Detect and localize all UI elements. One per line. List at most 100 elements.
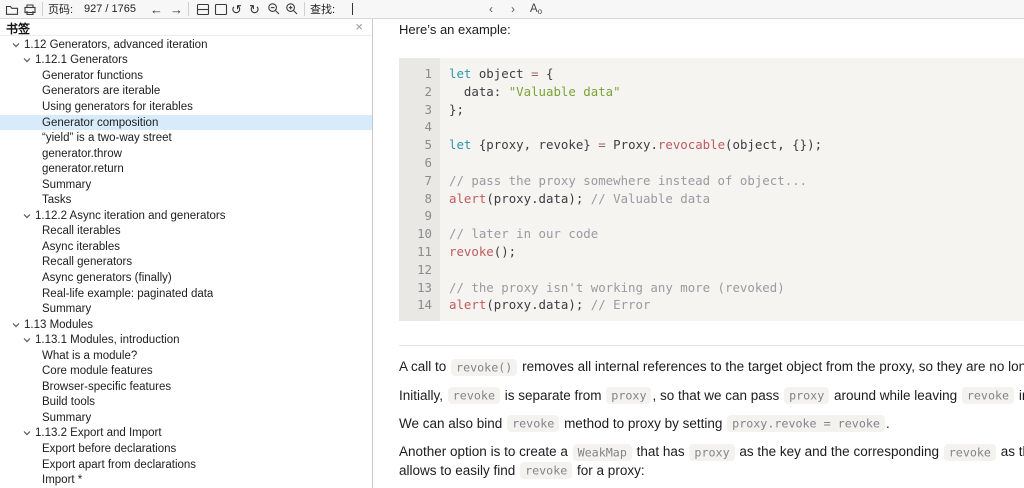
bookmark-item[interactable]: Core module features [0, 363, 372, 379]
two-page-view-button[interactable] [196, 0, 210, 18]
bookmark-item[interactable]: generator.return [0, 161, 372, 177]
bookmark-item[interactable]: 1.13.2 Export and Import [0, 426, 372, 442]
bookmark-item-label: Browser-specific features [42, 381, 171, 393]
bookmark-item-label: Real-life example: paginated data [42, 288, 213, 300]
line-number: 10 [399, 225, 432, 243]
inline-code: revoke [944, 444, 996, 461]
text-run: is separate from [501, 388, 605, 403]
close-icon[interactable]: × [355, 19, 363, 34]
chevron-down-icon[interactable] [12, 321, 20, 329]
inline-code: revoke [962, 387, 1014, 404]
bookmark-item[interactable]: Export apart from declarations [0, 457, 372, 473]
bookmark-item[interactable]: What is a module? [0, 348, 372, 364]
line-number: 3 [399, 101, 432, 119]
text-run: We can also bind [399, 416, 506, 431]
code-line [449, 154, 1024, 172]
paragraph: Another option is to create a WeakMap th… [399, 443, 1024, 480]
code-block: 1234567891011121314 let object = { data:… [399, 58, 1024, 321]
bookmark-item[interactable]: Browser-specific features [0, 379, 372, 395]
chevron-down-icon[interactable] [23, 56, 31, 64]
find-previous-button[interactable]: ‹ [489, 0, 493, 18]
line-number: 14 [399, 296, 432, 314]
bookmark-item[interactable]: Tasks [0, 192, 372, 208]
bookmark-item[interactable]: Export before declarations [0, 441, 372, 457]
page-number-label: 页码: [48, 0, 73, 18]
next-page-button[interactable]: → [170, 0, 183, 18]
rotate-cw-button[interactable]: ↻ [249, 0, 260, 18]
open-file-button[interactable] [5, 0, 19, 18]
document-view[interactable]: Here’s an example: 1234567891011121314 l… [374, 19, 1024, 488]
zoom-in-button[interactable] [285, 0, 299, 18]
code-token: = [531, 66, 538, 81]
code-token: (); [494, 244, 516, 259]
code-token: = [598, 137, 605, 152]
bookmark-item[interactable]: Generator functions [0, 68, 372, 84]
print-button[interactable] [23, 0, 37, 18]
code-token: revocable [658, 137, 725, 152]
previous-page-button[interactable]: ← [150, 0, 163, 18]
match-case-button[interactable]: Ao [530, 0, 542, 18]
bookmark-item[interactable]: Summary [0, 177, 372, 193]
line-number: 5 [399, 136, 432, 154]
bookmark-item[interactable]: Async generators (finally) [0, 270, 372, 286]
bookmark-item[interactable]: Async iterables [0, 239, 372, 255]
find-input[interactable] [355, 1, 480, 17]
chevron-down-icon[interactable] [23, 429, 31, 437]
code-line [449, 261, 1024, 279]
document-page: Here’s an example: 1234567891011121314 l… [374, 22, 1024, 480]
code-token: // Valuable data [591, 191, 710, 206]
text-run: as the key and the corresponding [736, 444, 943, 459]
code-gutter: 1234567891011121314 [399, 58, 440, 321]
code-line [449, 118, 1024, 136]
bookmark-item-label: Summary [42, 412, 91, 424]
rotate-ccw-button[interactable]: ↺ [231, 0, 242, 18]
bookmark-item[interactable]: 1.12.2 Async iteration and generators [0, 208, 372, 224]
bookmark-item-label: Tasks [42, 194, 71, 206]
chevron-down-icon[interactable] [12, 41, 20, 49]
bookmark-item[interactable]: Build tools [0, 395, 372, 411]
intro-text: Here’s an example: [399, 22, 1024, 38]
bookmark-item[interactable]: Recall generators [0, 255, 372, 271]
bookmark-item[interactable]: Recall iterables [0, 224, 372, 240]
bookmark-item[interactable]: 1.12.1 Generators [0, 53, 372, 69]
paragraph-line: Initially, revoke is separate from proxy… [399, 387, 1024, 405]
zoom-out-button[interactable] [267, 0, 281, 18]
bookmark-item[interactable]: 1.12 Generators, advanced iteration [0, 37, 372, 53]
code-token: (object, {}); [725, 137, 822, 152]
paragraph: A call to revoke() removes all internal … [399, 358, 1024, 376]
paragraph: Initially, revoke is separate from proxy… [399, 387, 1024, 405]
single-page-view-button[interactable] [214, 0, 228, 18]
bookmark-item[interactable]: 1.13.1 Modules, introduction [0, 332, 372, 348]
bookmarks-title: 书签 [6, 20, 30, 37]
code-line [449, 207, 1024, 225]
toolbar-separator [42, 2, 43, 16]
bookmark-item[interactable]: Summary [0, 410, 372, 426]
bookmark-item[interactable]: Real-life example: paginated data [0, 286, 372, 302]
code-token: {proxy, revoke} [471, 137, 598, 152]
code-line: // pass the proxy somewhere instead of o… [449, 172, 1024, 190]
inline-code: proxy [689, 444, 734, 461]
code-token: let [449, 66, 471, 81]
paragraph-line: allows to easily find revoke for a proxy… [399, 462, 1024, 480]
bookmark-item[interactable]: Generators are iterable [0, 84, 372, 100]
find-next-button[interactable]: › [511, 0, 515, 18]
page-number-field[interactable]: 927 / 1765 [84, 0, 136, 18]
bookmark-item[interactable]: generator.throw [0, 146, 372, 162]
bookmark-item[interactable]: Import * [0, 472, 372, 488]
bookmark-item[interactable]: Using generators for iterables [0, 99, 372, 115]
bookmark-item[interactable]: 1.13 Modules [0, 317, 372, 333]
bookmark-item-label: 1.13 Modules [24, 319, 93, 331]
bookmark-item[interactable]: “yield” is a two-way street [0, 130, 372, 146]
bookmark-item[interactable]: Generator composition [0, 115, 372, 131]
line-number: 6 [399, 154, 432, 172]
bookmark-item-label: Generator functions [42, 70, 143, 82]
match-case-icon: Ao [530, 3, 542, 15]
bookmark-item-label: “yield” is a two-way street [42, 132, 172, 144]
bookmark-item-label: Recall generators [42, 256, 132, 268]
chevron-down-icon[interactable] [23, 336, 31, 344]
code-lines: let object = { data: "Valuable data"}; l… [440, 58, 1024, 321]
code-line: alert(proxy.data); // Error [449, 296, 1024, 314]
text-run: Another option is to create a [399, 444, 572, 459]
chevron-down-icon[interactable] [23, 212, 31, 220]
bookmark-item[interactable]: Summary [0, 301, 372, 317]
